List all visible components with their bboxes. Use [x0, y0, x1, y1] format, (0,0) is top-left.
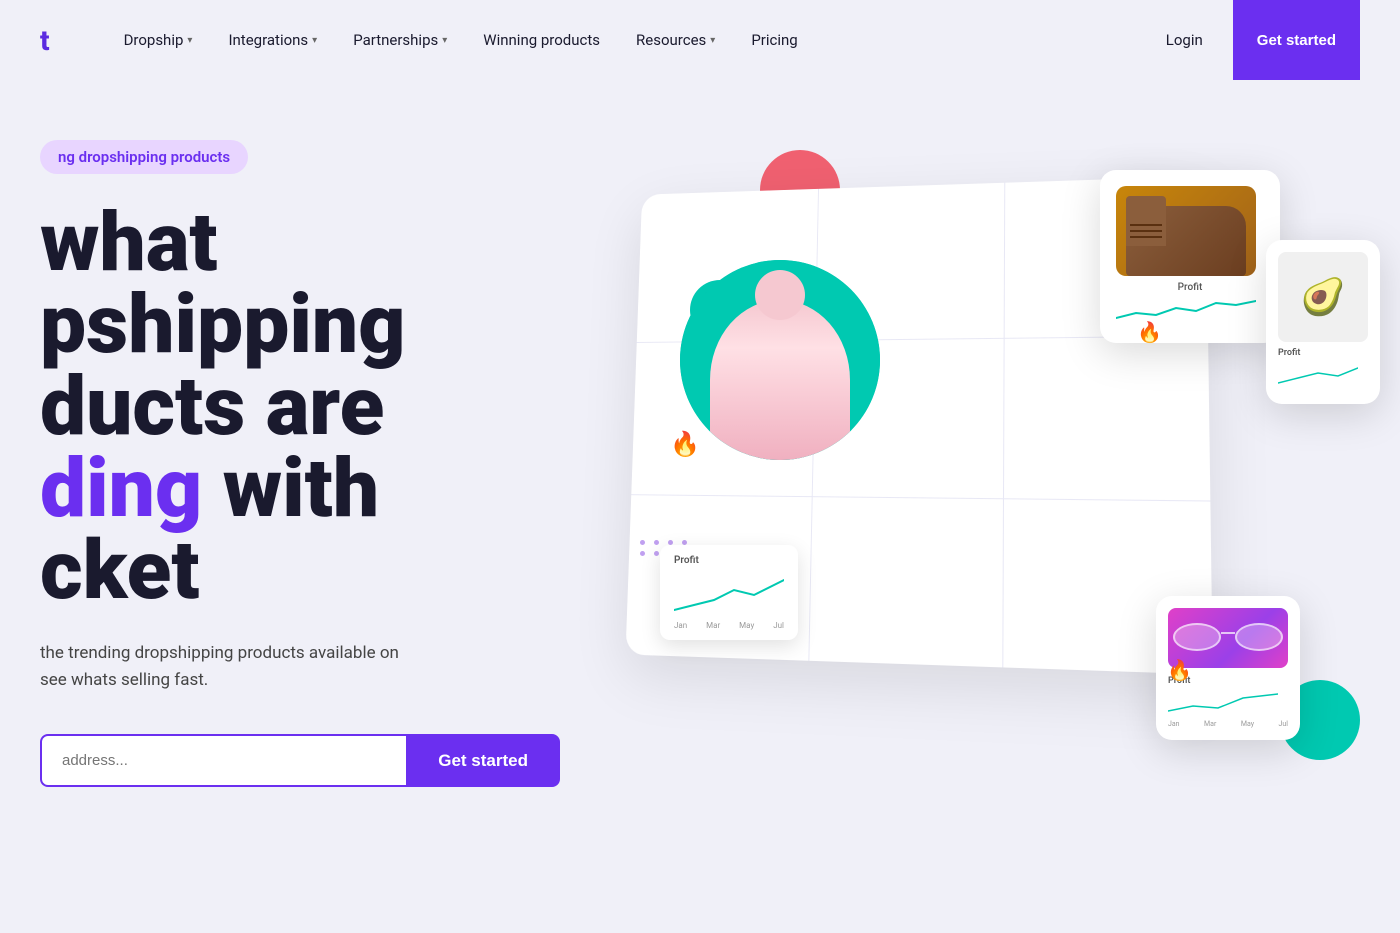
nav-item-dropship[interactable]: Dropship ▾ [110, 23, 207, 57]
sunglasses-profit-chart [1168, 686, 1278, 716]
fire-icon-1: 🔥 [670, 430, 700, 458]
shirt-profit-label: Profit [1278, 348, 1368, 358]
person-illustration [680, 260, 880, 460]
shirt-profit-chart [1278, 358, 1358, 388]
chevron-down-icon: ▾ [312, 35, 317, 46]
boot-profit-chart [1116, 293, 1256, 323]
profit-chart-1 [674, 570, 784, 615]
nav-links: Dropship ▾ Integrations ▾ Partnerships ▾… [110, 23, 1152, 57]
chevron-down-icon: ▾ [710, 35, 715, 46]
nav-item-resources[interactable]: Resources ▾ [622, 23, 729, 57]
fire-icon-2: 🔥 [1137, 320, 1162, 344]
nav-item-partnerships[interactable]: Partnerships ▾ [339, 23, 461, 57]
nav-get-started-button[interactable]: Get started [1233, 0, 1360, 80]
boot-image [1116, 186, 1256, 276]
boot-label: Profit [1116, 282, 1264, 293]
get-started-button[interactable]: Get started [406, 734, 560, 787]
hero-section: ng dropshipping products what pshipping … [0, 80, 1400, 933]
hero-subtitle: the trending dropshipping products avail… [40, 640, 520, 694]
profit-label-1: Profit [674, 555, 784, 566]
hero-content: ng dropshipping products what pshipping … [40, 120, 600, 787]
login-link[interactable]: Login [1152, 23, 1217, 57]
fire-icon-3: 🔥 [1167, 658, 1192, 682]
profit-dates-1: JanMarMayJul [674, 621, 784, 630]
nav-item-pricing[interactable]: Pricing [737, 23, 811, 57]
shirt-product-card: 🥑 Profit [1266, 240, 1380, 404]
chevron-down-icon: ▾ [187, 35, 192, 46]
shirt-image: 🥑 [1278, 252, 1368, 342]
nav-actions: Login Get started [1152, 0, 1360, 80]
boot-product-card: Profit [1100, 170, 1280, 343]
chevron-down-icon: ▾ [442, 35, 447, 46]
nav-item-winning-products[interactable]: Winning products [469, 23, 614, 57]
profit-card-1: Profit JanMarMayJul [660, 545, 798, 640]
nav-item-integrations[interactable]: Integrations ▾ [214, 23, 331, 57]
sunglasses-dates: JanMarMayJul [1168, 720, 1288, 728]
hero-illustration: 🔥 Profit 🔥 Profit [560, 120, 1360, 820]
email-input[interactable] [40, 734, 406, 787]
hero-badge: ng dropshipping products [40, 140, 248, 174]
hero-form: Get started [40, 734, 560, 787]
navigation: t Dropship ▾ Integrations ▾ Partnerships… [0, 0, 1400, 80]
logo[interactable]: t [40, 24, 50, 57]
hero-title: what pshipping ducts are ding with cket [40, 202, 600, 612]
